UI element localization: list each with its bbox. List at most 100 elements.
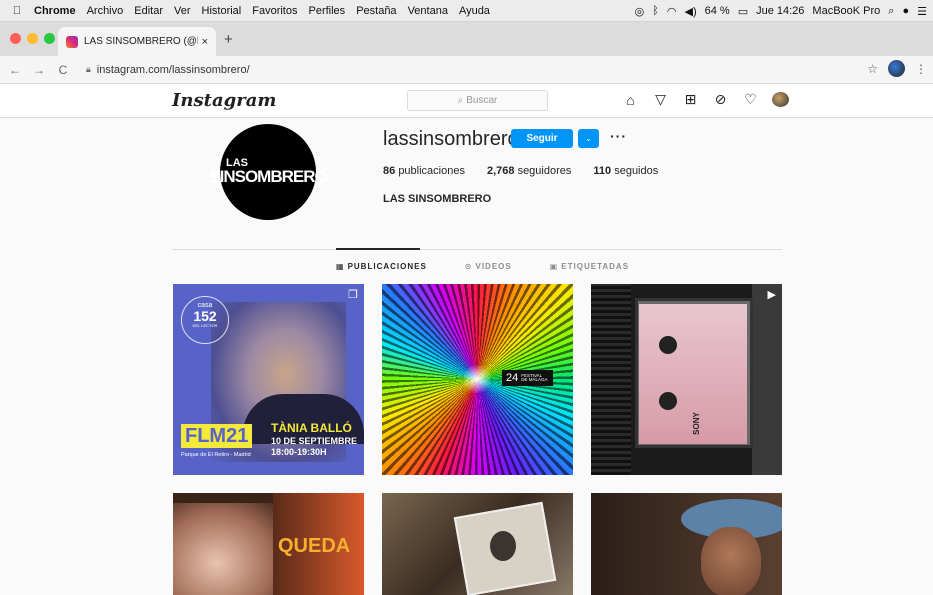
menu-editar[interactable]: Editar (134, 5, 163, 17)
menu-pestana[interactable]: Pestaña (356, 5, 396, 17)
forward-arrow-icon[interactable]: → (30, 63, 48, 77)
wifi-icon[interactable]: ◠ (667, 5, 677, 18)
grid-icon: ▦ (336, 262, 345, 271)
new-tab-button[interactable]: + (224, 31, 233, 48)
maximize-window-button[interactable] (44, 33, 55, 44)
bookmark-star-icon[interactable]: ☆ (867, 62, 878, 76)
photo-face-makeup (173, 503, 283, 595)
siri-icon[interactable]: ● (902, 5, 909, 17)
casa-badge: casa 152 DEL LECTOR (181, 296, 229, 344)
instagram-favicon-icon (66, 35, 78, 48)
suggested-dropdown-button[interactable]: ⌄ (578, 129, 599, 148)
clock[interactable]: Jue 14:26 (756, 5, 804, 17)
event-date: 10 DE SEPTIEMBRE (271, 436, 358, 446)
browser-profile-avatar[interactable] (888, 60, 905, 77)
close-window-button[interactable] (10, 33, 21, 44)
lock-icon[interactable]: 🔒︎ (86, 64, 91, 75)
stat-followers[interactable]: 2,768 seguidores (487, 165, 571, 177)
more-options-button[interactable]: ··· (610, 128, 627, 144)
explore-compass-icon[interactable]: ⊘ (712, 91, 729, 108)
instagram-logo[interactable]: Instagram (172, 90, 276, 111)
badge-sub-text: DEL LECTOR (192, 323, 218, 328)
instagram-nav-icons: ⌂ ▽ ⊞ ⊘ ♡ (622, 91, 789, 108)
tab-close-icon[interactable]: × (202, 36, 208, 48)
instagram-header: Instagram ⌕ Buscar ⌂ ▽ ⊞ ⊘ ♡ (0, 84, 933, 118)
volume-icon[interactable]: ◀) (684, 5, 696, 18)
apple-icon[interactable]:  (10, 5, 24, 17)
direct-messages-icon[interactable]: ▽ (652, 91, 669, 108)
tab-videos[interactable]: ⊙ VIDEOS (465, 262, 512, 271)
profile-tabs: ▦ PUBLICACIONES ⊙ VIDEOS ▣ ETIQUETADAS (336, 262, 667, 271)
menu-app-name[interactable]: Chrome (34, 5, 76, 17)
post-thumbnail[interactable]: casa 152 DEL LECTOR ❐ FLM21 TÀNIA BALLÓ … (173, 284, 364, 475)
tab-title: LAS SINSOMBRERO (@lassins (84, 36, 198, 47)
follow-button[interactable]: Seguir (511, 129, 573, 148)
post-thumbnail[interactable]: 24 FESTIVAL DE MÁLAGA (382, 284, 573, 475)
post-thumbnail[interactable]: SONY ▶ (591, 284, 782, 475)
menu-ventana[interactable]: Ventana (408, 5, 448, 17)
festival-name: FESTIVAL DE MÁLAGA (521, 372, 548, 382)
badge-number: 152 (193, 308, 217, 324)
tab-etiquetadas[interactable]: ▣ ETIQUETADAS (550, 262, 629, 271)
profile-avatar[interactable]: LAS SINSOMBRERO (209, 124, 328, 220)
home-icon[interactable]: ⌂ (622, 92, 639, 108)
stat-posts: 86 publicaciones (383, 165, 465, 177)
profile-avatar-icon[interactable] (772, 92, 789, 107)
following-label: seguidos (614, 165, 659, 177)
profile-username: lassinsombrero (383, 128, 519, 150)
new-post-icon[interactable]: ⊞ (682, 91, 699, 108)
poster-word: QUEDA (278, 535, 351, 557)
browser-tabbar: LAS SINSOMBRERO (@lassins × + (0, 22, 933, 56)
browser-menu-icon[interactable]: ⋮ (915, 62, 927, 76)
battery-percent[interactable]: 64 % (705, 5, 730, 17)
menu-archivo[interactable]: Archivo (87, 5, 124, 17)
color-wheel-center (462, 364, 492, 394)
post-thumbnail[interactable]: QUEDA (173, 493, 364, 595)
speaker-grille-left (591, 284, 631, 475)
tab-publicaciones-label: PUBLICACIONES (347, 262, 427, 271)
menu-historial[interactable]: Historial (202, 5, 242, 17)
menu-perfiles[interactable]: Perfiles (309, 5, 346, 17)
machine-name[interactable]: MacBooK Pro (812, 5, 880, 17)
spotlight-icon[interactable]: ⌕ (888, 5, 894, 18)
post-thumbnail[interactable] (591, 493, 782, 595)
menu-favoritos[interactable]: Favoritos (252, 5, 297, 17)
browser-tab-active[interactable]: LAS SINSOMBRERO (@lassins × (58, 27, 216, 56)
avatar-text-sinsombrero: SINSOMBRERO (209, 167, 327, 187)
bluetooth-icon[interactable]: ᛒ (652, 5, 659, 17)
photo-vintage-face (490, 531, 516, 561)
control-center-icon[interactable]: ☰ (917, 5, 927, 18)
back-arrow-icon[interactable]: ← (6, 63, 24, 77)
festival-number: 24 (506, 372, 519, 384)
minimize-window-button[interactable] (27, 33, 38, 44)
battery-icon[interactable]: ▭ (738, 5, 748, 18)
menubar-status: ◎ ᛒ ◠ ◀) 64 % ▭ Jue 14:26 MacBooK Pro ⌕ … (635, 0, 927, 22)
following-count: 110 (593, 165, 612, 177)
activity-heart-icon[interactable]: ♡ (742, 91, 759, 108)
profile-stats: 86 publicaciones 2,768 seguidores 110 se… (383, 165, 680, 177)
followers-label: seguidores (517, 165, 572, 177)
event-time: 18:00-19:30H (271, 447, 327, 457)
followers-count: 2,768 (486, 165, 515, 177)
tab-etiquetadas-label: ETIQUETADAS (561, 262, 630, 271)
video-icon: ▶ (767, 289, 776, 301)
festival-label: 24 FESTIVAL DE MÁLAGA (502, 370, 554, 386)
photo-face (701, 527, 761, 595)
menu-ver[interactable]: Ver (174, 5, 191, 17)
profile-full-name: LAS SINSOMBRERO (383, 193, 492, 205)
toolbar-right: ☆ ⋮ (867, 60, 927, 77)
browser-toolbar: ← → C 🔒︎ instagram.com/lassinsombrero/ ☆… (0, 56, 933, 84)
carousel-icon: ❐ (348, 289, 358, 301)
menu-ayuda[interactable]: Ayuda (459, 5, 490, 17)
event-place: Parque de El Retiro - Madrid (181, 452, 251, 458)
post-thumbnail[interactable] (382, 493, 573, 595)
cassette-brand: SONY (691, 412, 701, 435)
speaker-name: TÀNIA BALLÓ (271, 421, 352, 435)
search-input[interactable]: ⌕ Buscar (407, 90, 548, 111)
tab-publicaciones[interactable]: ▦ PUBLICACIONES (336, 262, 427, 271)
stat-following[interactable]: 110 seguidos (593, 165, 658, 177)
address-bar[interactable]: instagram.com/lassinsombrero/ (97, 64, 250, 76)
creative-cloud-icon[interactable]: ◎ (635, 5, 645, 18)
reload-icon[interactable]: C (54, 63, 72, 77)
search-icon: ⌕ (457, 95, 464, 106)
